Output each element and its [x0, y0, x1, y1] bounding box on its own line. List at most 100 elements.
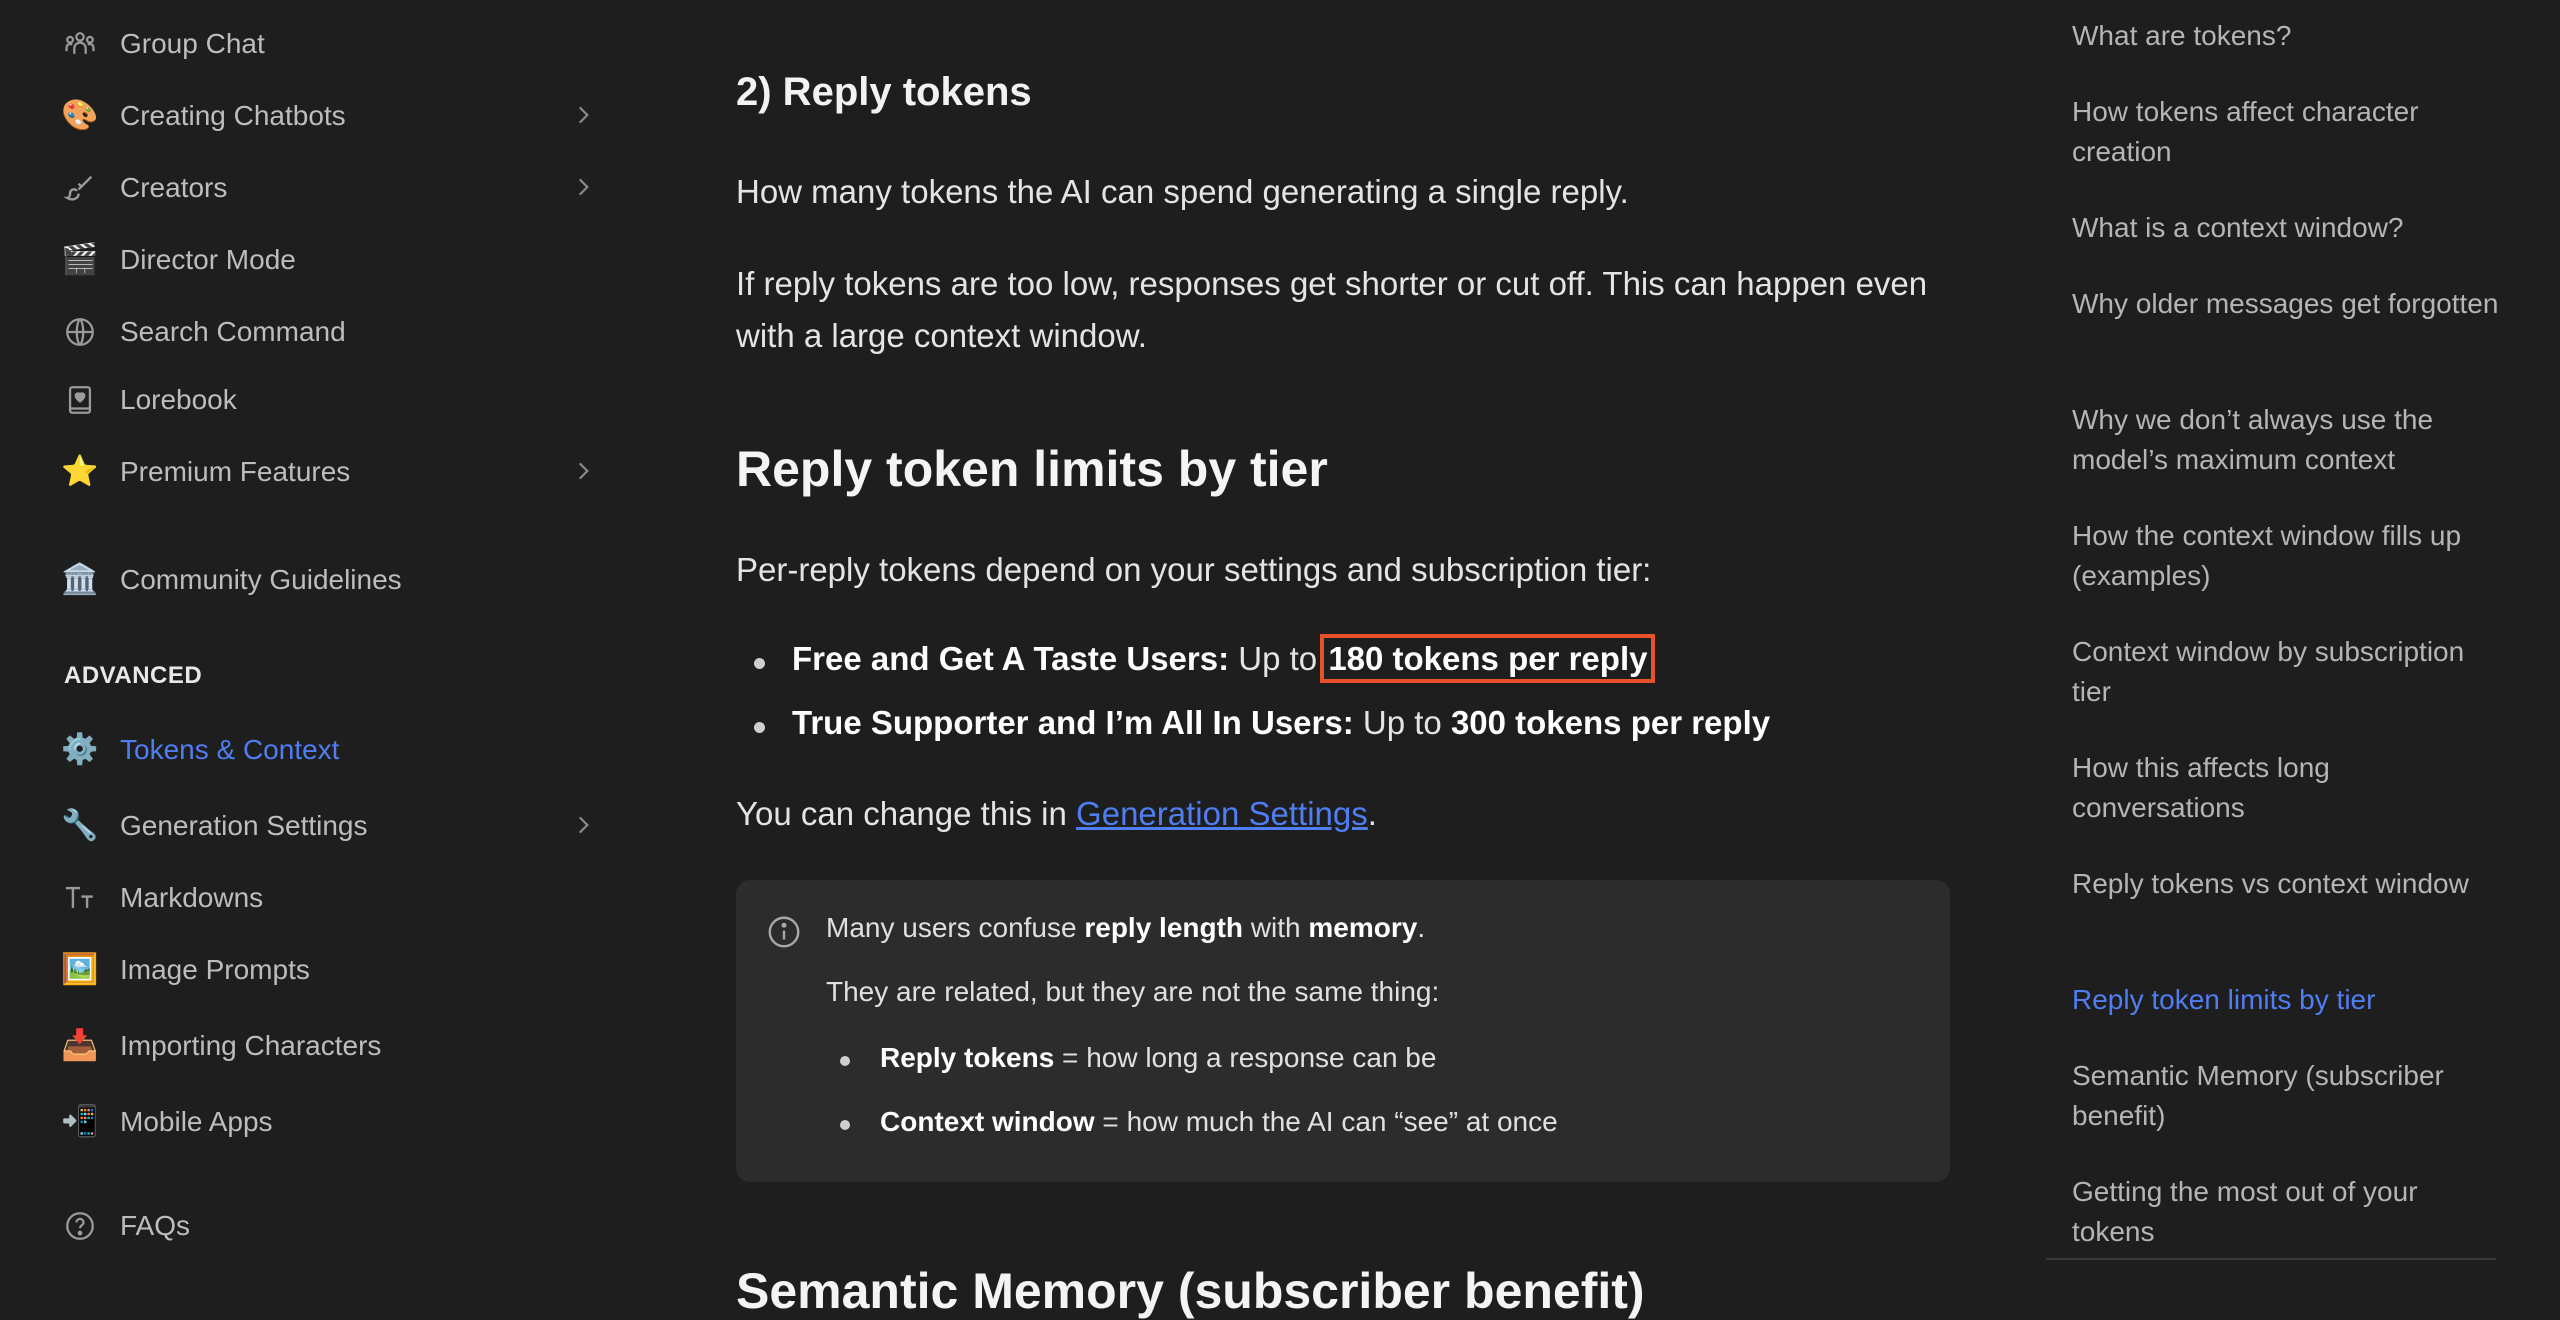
chevron-right-icon[interactable]	[570, 174, 596, 200]
mobile-arrow-icon: 📲	[61, 1105, 99, 1138]
callout-term: Context window	[880, 1106, 1095, 1137]
callout-line-1: Many users confuse reply length with mem…	[826, 912, 1425, 944]
toc-item[interactable]: What are tokens?	[2072, 16, 2502, 56]
sidebar-item-label: Tokens & Context	[120, 734, 340, 765]
callout-list-item: Context window = how much the AI can “se…	[826, 1106, 1826, 1146]
callout-definition: = how long a response can be	[1054, 1042, 1437, 1073]
sidebar-item-community-guidelines[interactable]: 🏛️ Community Guidelines	[61, 552, 602, 608]
sidebar-item-lorebook[interactable]: Lorebook	[62, 372, 602, 428]
sidebar-item-label: Lorebook	[120, 384, 237, 415]
paragraph-per-reply-intro: Per-reply tokens depend on your settings…	[736, 551, 1652, 588]
callout-term: Reply tokens	[880, 1042, 1055, 1073]
callout-list-item: Reply tokens = how long a response can b…	[826, 1042, 1826, 1082]
info-callout: Many users confuse reply length with mem…	[736, 880, 1950, 1182]
sidebar-item-label: Importing Characters	[120, 1030, 382, 1061]
star-icon: ⭐	[61, 455, 99, 488]
toc-item[interactable]: How the context window fills up (example…	[2072, 516, 2502, 596]
tier-limit-highlighted: 180 tokens per reply	[1320, 634, 1656, 683]
sidebar-item-label: Director Mode	[120, 244, 296, 275]
sidebar-item-label: Search Command	[120, 316, 346, 347]
generation-settings-link[interactable]: Generation Settings	[1076, 795, 1368, 832]
question-circle-icon	[62, 1208, 98, 1244]
sidebar-item-search-command[interactable]: Search Command	[62, 304, 602, 360]
bullet-dot	[754, 722, 765, 733]
framed-picture-icon: 🖼️	[61, 953, 99, 986]
callout-text: Many users confuse	[826, 912, 1085, 943]
callout-bold-reply-length: reply length	[1084, 912, 1244, 943]
paragraph-reply-tokens-definition: How many tokens the AI can spend generat…	[736, 173, 1629, 210]
clapper-board-icon: 🎬	[61, 243, 99, 276]
toc-item[interactable]: What is a context window?	[2072, 208, 2502, 248]
chevron-right-icon[interactable]	[570, 458, 596, 484]
toc-item[interactable]: Context window by subscription tier	[2072, 632, 2502, 712]
toc-item[interactable]: Semantic Memory (subscriber benefit)	[2072, 1056, 2502, 1136]
info-icon	[768, 916, 800, 948]
sidebar-item-label: Community Guidelines	[120, 564, 402, 595]
bullet-dot	[840, 1056, 850, 1066]
gear-icon: ⚙️	[61, 733, 99, 766]
bullet-dot	[840, 1120, 850, 1130]
globe-icon	[62, 314, 98, 350]
heading-semantic-memory-partial: Semantic Memory (subscriber benefit)	[736, 1263, 1645, 1319]
sidebar-item-label: FAQs	[120, 1210, 191, 1241]
sidebar-item-markdowns[interactable]: Markdowns	[62, 870, 602, 926]
section-heading-advanced: ADVANCED	[64, 662, 203, 689]
callout-definition: = how much the AI can “see” at once	[1094, 1106, 1558, 1137]
list-item: Free and Get A Taste Users: Up to 180 to…	[736, 634, 1936, 690]
toc-item[interactable]: Why we don’t always use the model’s maxi…	[2072, 400, 2502, 480]
paragraph-change-settings: You can change this in Generation Settin…	[736, 788, 1936, 840]
sidebar-item-faqs[interactable]: FAQs	[62, 1198, 602, 1254]
group-chat-icon	[62, 26, 98, 62]
sidebar-item-group-chat[interactable]: Group Chat	[62, 16, 602, 72]
bullet-dot	[754, 658, 765, 669]
tier-name: Free and Get A Taste Users:	[792, 640, 1230, 677]
sidebar-item-label: Creating Chatbots	[120, 100, 346, 131]
paragraph-reply-tokens-warning: If reply tokens are too low, responses g…	[736, 265, 1928, 354]
tier-text: Up to	[1353, 704, 1451, 741]
sidebar-item-label: Creators	[120, 172, 228, 203]
toc-item-active[interactable]: Reply token limits by tier	[2072, 980, 2502, 1020]
sidebar-item-tokens-context[interactable]: ⚙️ Tokens & Context	[61, 722, 602, 778]
wrench-icon: 🔧	[61, 809, 99, 842]
heading-reply-token-limits: Reply token limits by tier	[736, 441, 1328, 497]
tier-text: Up to	[1229, 640, 1327, 677]
tier-name: True Supporter and I’m All In Users:	[792, 704, 1354, 741]
table-of-contents: What are tokens? How tokens affect chara…	[2046, 0, 2516, 1280]
callout-text: with	[1243, 912, 1309, 943]
sidebar-item-creating-chatbots[interactable]: 🎨 Creating Chatbots	[61, 88, 602, 144]
callout-bold-memory: memory	[1308, 912, 1418, 943]
sidebar-item-label: Markdowns	[120, 882, 264, 913]
sidebar-item-image-prompts[interactable]: 🖼️ Image Prompts	[61, 942, 602, 998]
sidebar-item-importing-characters[interactable]: 📥 Importing Characters	[61, 1018, 602, 1074]
sidebar-item-creators[interactable]: Creators	[62, 160, 602, 216]
sidebar: Group Chat 🎨 Creating Chatbots Creators …	[0, 0, 640, 1280]
sidebar-item-label: Premium Features	[120, 456, 351, 487]
heading-reply-tokens: 2) Reply tokens	[736, 70, 1032, 114]
chevron-right-icon[interactable]	[570, 102, 596, 128]
sidebar-item-generation-settings[interactable]: 🔧 Generation Settings	[61, 798, 602, 854]
callout-line-2: They are related, but they are not the s…	[826, 976, 1440, 1007]
brush-icon	[62, 170, 98, 206]
sidebar-item-mobile-apps[interactable]: 📲 Mobile Apps	[61, 1094, 602, 1150]
list-item: True Supporter and I’m All In Users: Up …	[736, 704, 1936, 754]
inbox-tray-icon: 📥	[61, 1029, 99, 1062]
tier-limit: 300 tokens per reply	[1450, 704, 1771, 741]
palette-icon: 🎨	[61, 99, 99, 132]
toc-item[interactable]: Why older messages get forgotten	[2072, 284, 2502, 324]
toc-item[interactable]: How tokens affect character creation	[2072, 92, 2502, 172]
text-size-icon	[62, 880, 98, 916]
divider	[2046, 1258, 2496, 1260]
toc-item[interactable]: How this affects long conversations	[2072, 748, 2502, 828]
sidebar-item-label: Image Prompts	[120, 954, 310, 985]
sidebar-item-label: Group Chat	[120, 28, 265, 59]
chevron-right-icon[interactable]	[570, 812, 596, 838]
sidebar-item-label: Generation Settings	[120, 810, 368, 841]
sidebar-item-director-mode[interactable]: 🎬 Director Mode	[61, 232, 602, 288]
toc-item[interactable]: Reply tokens vs context window	[2072, 864, 2502, 904]
sidebar-item-premium-features[interactable]: ⭐ Premium Features	[61, 444, 602, 500]
toc-item[interactable]: Getting the most out of your tokens	[2072, 1172, 2502, 1252]
classical-building-icon: 🏛️	[61, 563, 99, 596]
change-suffix-text: .	[1367, 795, 1377, 832]
sidebar-item-label: Mobile Apps	[120, 1106, 273, 1137]
book-heart-icon	[62, 382, 98, 418]
